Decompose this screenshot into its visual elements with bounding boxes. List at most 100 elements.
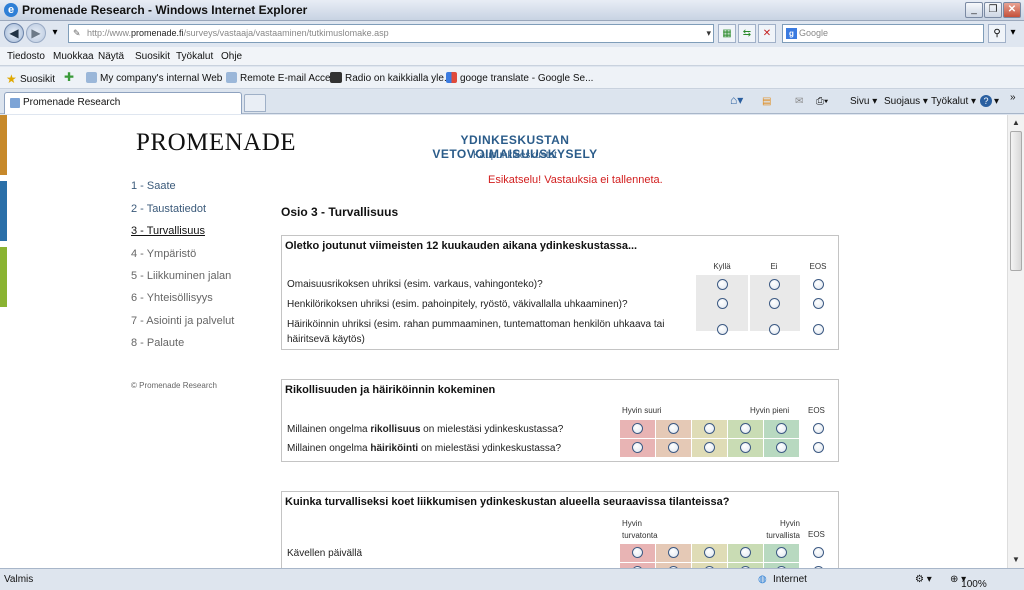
feeds-icon[interactable]: ▤ (762, 96, 771, 107)
radio-q3-r1-opt5[interactable] (776, 547, 787, 558)
menu-edit[interactable]: Muokkaa (53, 51, 94, 62)
zoom-level: 100% (961, 579, 987, 590)
nav-item-palaute[interactable]: 8 - Palaute (131, 337, 184, 349)
radio-q3-r1-opt2[interactable] (668, 547, 679, 558)
favorites-button[interactable]: ★ Suosikit (6, 72, 55, 86)
page-menu[interactable]: Sivu ▾ (850, 96, 877, 107)
row-label-crime: Millainen ongelma rikollisuus on mielest… (287, 422, 627, 437)
scroll-thumb[interactable] (1010, 131, 1022, 271)
radio-q1-r2-no[interactable] (769, 298, 780, 309)
url-path: /surveys/vastaaja/vastaaminen/tutkimuslo… (183, 28, 389, 38)
row-text: on mielestäsi ydinkeskustassa? (420, 424, 564, 435)
protected-mode-icon[interactable]: ⚙ ▾ (915, 574, 932, 585)
radio-q2-r1-opt5[interactable] (776, 423, 787, 434)
radio-q2-r2-opt4[interactable] (740, 442, 751, 453)
ie-logo-icon: e (4, 3, 18, 17)
favorite-link-translate[interactable]: googe translate - Google Se... (446, 72, 593, 84)
search-placeholder: Google (799, 28, 829, 38)
nav-item-asiointi[interactable]: 7 - Asiointi ja palvelut (131, 315, 234, 327)
refresh-icon[interactable]: ⇆ (738, 24, 756, 43)
radio-q1-r3-eos[interactable] (813, 324, 824, 335)
question-victim: Oletko joutunut viimeisten 12 kuukauden … (281, 235, 839, 350)
survey-subtitle: Kaupunkikeskustat (473, 150, 557, 161)
search-input[interactable]: g Google (782, 24, 984, 43)
forward-button[interactable]: ▶ (26, 23, 46, 43)
nav-item-yhteisollisyys[interactable]: 6 - Yhteisöllisyys (131, 292, 213, 304)
radio-q1-r3-yes[interactable] (717, 324, 728, 335)
help-icon[interactable]: ? (980, 95, 992, 107)
close-button[interactable]: ✕ (1003, 2, 1021, 18)
radio-q2-r1-eos[interactable] (813, 423, 824, 434)
scale-right-label: Hyvin pieni (750, 406, 790, 415)
radio-q2-r2-opt5[interactable] (776, 442, 787, 453)
print-icon[interactable]: ⎙▾ (816, 96, 828, 107)
star-icon: ★ (6, 72, 17, 86)
radio-q2-r1-opt1[interactable] (632, 423, 643, 434)
menu-file[interactable]: Tiedosto (7, 51, 45, 62)
radio-q3-r1-opt1[interactable] (632, 547, 643, 558)
radio-q1-r1-no[interactable] (769, 279, 780, 290)
favorite-label: Radio on kaikkialla yle.fi (345, 73, 452, 84)
scroll-down-icon[interactable]: ▼ (1010, 554, 1022, 566)
radio-q2-r2-eos[interactable] (813, 442, 824, 453)
menu-view[interactable]: Näytä (98, 51, 124, 62)
maximize-button[interactable]: ❐ (984, 2, 1002, 18)
search-options-icon[interactable]: ▾ (1006, 24, 1020, 43)
radio-q1-r2-yes[interactable] (717, 298, 728, 309)
url-input[interactable]: ✎ http://www.promenade.fi/surveys/vastaa… (68, 24, 714, 43)
radio-q2-r1-opt4[interactable] (740, 423, 751, 434)
nav-item-turvallisuus[interactable]: 3 - Turvallisuus (131, 225, 205, 237)
nav-item-taustatiedot[interactable]: 2 - Taustatiedot (131, 203, 206, 215)
radio-q1-r1-eos[interactable] (813, 279, 824, 290)
radio-q2-r2-opt1[interactable] (632, 442, 643, 453)
radio-q2-r1-opt3[interactable] (704, 423, 715, 434)
vertical-scrollbar[interactable]: ▲ ▼ (1007, 115, 1024, 568)
tab-promenade[interactable]: Promenade Research (4, 92, 242, 114)
nav-item-ymparisto[interactable]: 4 - Ympäristö (131, 248, 196, 260)
help-dropdown-icon[interactable]: ▾ (994, 96, 999, 107)
promenade-logo: PROMENADE (136, 129, 297, 156)
menu-tools[interactable]: Työkalut (176, 51, 213, 62)
tools-menu[interactable]: Työkalut ▾ (931, 96, 976, 107)
radio-q2-r2-opt3[interactable] (704, 442, 715, 453)
menu-help[interactable]: Ohje (221, 51, 242, 62)
chevron-more-icon[interactable]: » (1010, 92, 1016, 103)
favorite-link-yle[interactable]: Radio on kaikkialla yle.fi (330, 72, 452, 84)
row-text: on mielestäsi ydinkeskustassa? (418, 443, 562, 454)
radio-q1-r3-no[interactable] (769, 324, 780, 335)
mail-icon[interactable]: ✉ (795, 96, 803, 107)
col-header-no: Ei (770, 262, 778, 271)
radio-q3-r1-opt4[interactable] (740, 547, 751, 558)
add-favorite-icon[interactable]: ✚ (64, 70, 74, 84)
radio-q2-r1-opt2[interactable] (668, 423, 679, 434)
scale-eos-label: EOS (808, 530, 825, 539)
radio-q3-r1-opt3[interactable] (704, 547, 715, 558)
menu-favorites[interactable]: Suosikit (135, 51, 170, 62)
url-dropdown-icon[interactable]: ▾ (706, 25, 711, 42)
minimize-button[interactable]: _ (965, 2, 983, 18)
nav-item-saate[interactable]: 1 - Saate (131, 180, 176, 192)
home-icon[interactable]: ⌂▾ (730, 93, 743, 107)
compatibility-icon[interactable]: ▦ (718, 24, 736, 43)
safety-menu[interactable]: Suojaus ▾ (884, 96, 928, 107)
accent-strip-blue (0, 181, 7, 241)
radio-q1-r1-yes[interactable] (717, 279, 728, 290)
zoom-control[interactable]: ⊕ 100% ▾ (950, 574, 987, 590)
scale-eos-label: EOS (808, 406, 825, 415)
nav-item-liikkuminen[interactable]: 5 - Liikkuminen jalan (131, 270, 231, 282)
favorites-bar: ★ Suosikit ✚ My company's internal Web ..… (0, 67, 1024, 89)
radio-q2-r2-opt2[interactable] (668, 442, 679, 453)
stop-icon[interactable]: ✕ (758, 24, 776, 43)
scroll-up-icon[interactable]: ▲ (1010, 117, 1022, 129)
scale-left-label: Hyvin turvatonta (622, 519, 658, 540)
radio-q3-r1-eos[interactable] (813, 547, 824, 558)
favorite-link-intranet[interactable]: My company's internal Web ... (86, 72, 233, 84)
row-label: Kävellen päivällä (287, 548, 363, 559)
search-button[interactable]: ⚲ (988, 24, 1006, 43)
back-button[interactable]: ◀ (4, 23, 24, 43)
row-label-disturbance: Millainen ongelma häiriköinti on mielest… (287, 441, 627, 456)
favorite-link-email[interactable]: Remote E-mail Access (226, 72, 341, 84)
recent-pages-dropdown[interactable]: ▾ (48, 24, 62, 43)
new-tab-button[interactable] (244, 94, 266, 112)
radio-q1-r2-eos[interactable] (813, 298, 824, 309)
